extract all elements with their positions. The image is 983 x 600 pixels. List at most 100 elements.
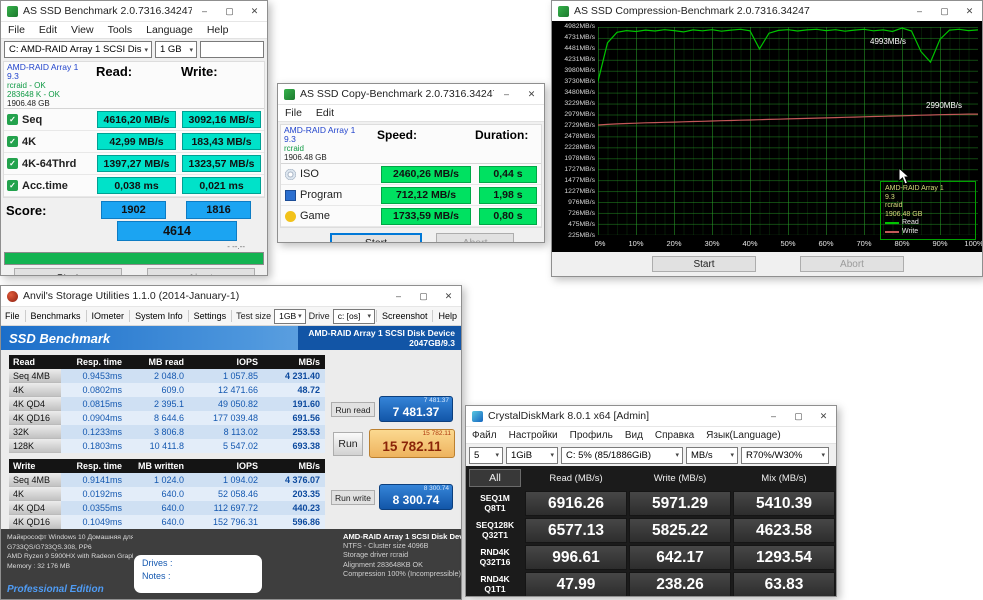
maximize-icon[interactable]: ▢ bbox=[217, 1, 242, 21]
menu-language[interactable]: Language bbox=[139, 24, 200, 36]
banner-title: SSD Benchmark bbox=[1, 331, 110, 346]
column-headers: Read (MB/s) Write (MB/s) Mix (MB/s) bbox=[524, 466, 836, 490]
window-title: AS SSD Benchmark 2.0.7316.34247 bbox=[23, 5, 192, 17]
y-tick: 3229MB/s bbox=[552, 100, 595, 107]
menu-benchmarks[interactable]: Benchmarks bbox=[27, 311, 85, 321]
close-icon[interactable]: ✕ bbox=[519, 84, 544, 104]
test-count-select[interactable]: 5 ▾ bbox=[469, 447, 503, 464]
run-read-button[interactable]: Run read bbox=[331, 402, 375, 417]
drive-select[interactable]: c: [os] ▾ bbox=[333, 309, 375, 324]
run-all-button[interactable]: All bbox=[469, 469, 521, 487]
abort-button[interactable]: Abort bbox=[436, 233, 514, 243]
abort-button[interactable]: Abort bbox=[800, 256, 904, 272]
disk-compression: Compression 100% (Incompressible) bbox=[343, 569, 461, 578]
results-panel: All Read (MB/s) Write (MB/s) Mix (MB/s) … bbox=[466, 466, 836, 596]
y-tick: 4481MB/s bbox=[552, 45, 595, 52]
y-tick: 3980MB/s bbox=[552, 67, 595, 74]
menu-edit[interactable]: Edit bbox=[309, 107, 341, 119]
minimize-icon[interactable]: – bbox=[494, 84, 519, 104]
menu-iometer[interactable]: IOmeter bbox=[88, 311, 129, 321]
menu-view[interactable]: Вид bbox=[619, 430, 649, 441]
test-run-button[interactable]: SEQ128K Q32T1 bbox=[466, 517, 524, 544]
menu-edit[interactable]: Edit bbox=[32, 24, 64, 36]
menu-settings[interactable]: Настройки bbox=[503, 430, 564, 441]
titlebar[interactable]: AS SSD Copy-Benchmark 2.0.7316.34247 – ✕ bbox=[278, 84, 544, 105]
start-button[interactable]: Start bbox=[652, 256, 756, 272]
menu-profile[interactable]: Профиль bbox=[564, 430, 619, 441]
menu-view[interactable]: View bbox=[64, 24, 101, 36]
run-button[interactable]: Run bbox=[333, 432, 363, 456]
comment-input[interactable] bbox=[200, 41, 264, 58]
y-tick: 225MB/s bbox=[552, 232, 595, 239]
minimize-icon[interactable]: – bbox=[761, 406, 786, 426]
game-speed-value: 1733,59 MB/s bbox=[381, 208, 471, 225]
x-axis-labels: 0% 10% 20% 30% 40% 50% 60% 70% 80% 90% 1… bbox=[552, 239, 982, 249]
benchmark-grid: AMD-RAID Array 1 9.3 rcraid - OK 283648 … bbox=[3, 61, 265, 198]
menu-help[interactable]: Help bbox=[434, 311, 461, 321]
menu-file[interactable]: File bbox=[1, 24, 32, 36]
mix-ratio-select[interactable]: R70%/W30% ▾ bbox=[741, 447, 829, 464]
minimize-icon[interactable]: – bbox=[907, 1, 932, 21]
abort-button[interactable]: Abort bbox=[147, 268, 255, 276]
minimize-icon[interactable]: – bbox=[386, 286, 411, 306]
menu-help[interactable]: Справка bbox=[649, 430, 700, 441]
drive-capacity: 1906.48 GB bbox=[284, 153, 374, 162]
iso-duration-value: 0,44 s bbox=[479, 166, 537, 183]
table-row: 4K QD16 0.1049ms 640.0 152 796.31 596.86 bbox=[9, 515, 325, 529]
menu-screenshot[interactable]: Screenshot bbox=[378, 311, 432, 321]
memory-info: Memory : 32 176 MB bbox=[7, 562, 133, 572]
close-icon[interactable]: ✕ bbox=[957, 1, 982, 21]
test-size-value: 1GiB bbox=[511, 450, 548, 461]
maximize-icon[interactable]: ▢ bbox=[411, 286, 436, 306]
col-header: Write bbox=[9, 461, 61, 471]
window-controls: – ▢ ✕ bbox=[907, 1, 982, 21]
mix-value: 1293.54 bbox=[733, 545, 835, 570]
write-score-small: 8 300.74 bbox=[380, 485, 452, 493]
maximize-icon[interactable]: ▢ bbox=[786, 406, 811, 426]
as-ssd-app-icon bbox=[284, 89, 295, 100]
test-size-select[interactable]: 1GB ▾ bbox=[274, 309, 306, 324]
menu-system-info[interactable]: System Info bbox=[131, 311, 187, 321]
test-run-button[interactable]: RND4K Q32T16 bbox=[466, 544, 524, 571]
close-icon[interactable]: ✕ bbox=[811, 406, 836, 426]
unit-select[interactable]: MB/s ▾ bbox=[686, 447, 738, 464]
minimize-icon[interactable]: – bbox=[192, 1, 217, 21]
start-button[interactable]: Start bbox=[330, 233, 422, 243]
menu-file[interactable]: Файл bbox=[466, 430, 503, 441]
read-score: 7 481.37 bbox=[380, 405, 452, 420]
titlebar[interactable]: Anvil's Storage Utilities 1.1.0 (2014-Ja… bbox=[1, 286, 461, 307]
drive-capacity: 1906.48 GB bbox=[7, 99, 91, 108]
menu-file[interactable]: File bbox=[1, 311, 24, 321]
drives-notes-box[interactable]: Drives : Notes : bbox=[134, 555, 262, 593]
4k64-write-value: 1323,57 MB/s bbox=[182, 155, 261, 172]
menu-file[interactable]: File bbox=[278, 107, 309, 119]
test-size-select[interactable]: 1 GB ▾ bbox=[155, 41, 197, 58]
titlebar[interactable]: CrystalDiskMark 8.0.1 x64 [Admin] – ▢ ✕ bbox=[466, 406, 836, 427]
run-write-button[interactable]: Run write bbox=[331, 490, 375, 505]
drive-select[interactable]: C: AMD-RAID Array 1 SCSI Disk Device ▾ bbox=[4, 41, 152, 58]
menu-settings[interactable]: Settings bbox=[190, 311, 231, 321]
4k-read-value: 42,99 MB/s bbox=[97, 133, 176, 150]
col-header: IOPS bbox=[189, 357, 263, 367]
menu-tools[interactable]: Tools bbox=[101, 24, 140, 36]
as-ssd-app-icon bbox=[7, 6, 18, 17]
disk-filesystem: NTFS - Cluster size 4096B bbox=[343, 541, 461, 550]
test-settings-row: 5 ▾ 1GiB ▾ C: 5% (85/1886GiB) ▾ MB/s ▾ R… bbox=[466, 444, 836, 467]
row-label: Seq bbox=[22, 114, 42, 126]
cell: 640.0 bbox=[127, 503, 189, 513]
close-icon[interactable]: ✕ bbox=[242, 1, 267, 21]
write-column-header: Write (MB/s) bbox=[628, 473, 732, 484]
titlebar[interactable]: AS SSD Benchmark 2.0.7316.34247 – ▢ ✕ bbox=[1, 1, 267, 22]
cell: 12 471.66 bbox=[189, 385, 263, 395]
menu-language[interactable]: Язык(Language) bbox=[700, 430, 787, 441]
target-drive-select[interactable]: C: 5% (85/1886GiB) ▾ bbox=[561, 447, 683, 464]
titlebar[interactable]: AS SSD Compression-Benchmark 2.0.7316.34… bbox=[552, 1, 982, 22]
test-run-button[interactable]: SEQ1M Q8T1 bbox=[466, 490, 524, 517]
close-icon[interactable]: ✕ bbox=[436, 286, 461, 306]
test-run-button[interactable]: RND4K Q1T1 bbox=[466, 571, 524, 597]
cell: 4K bbox=[9, 383, 61, 397]
test-size-select[interactable]: 1GiB ▾ bbox=[506, 447, 558, 464]
maximize-icon[interactable]: ▢ bbox=[932, 1, 957, 21]
start-button[interactable]: Start bbox=[14, 268, 122, 276]
menu-help[interactable]: Help bbox=[200, 24, 236, 36]
